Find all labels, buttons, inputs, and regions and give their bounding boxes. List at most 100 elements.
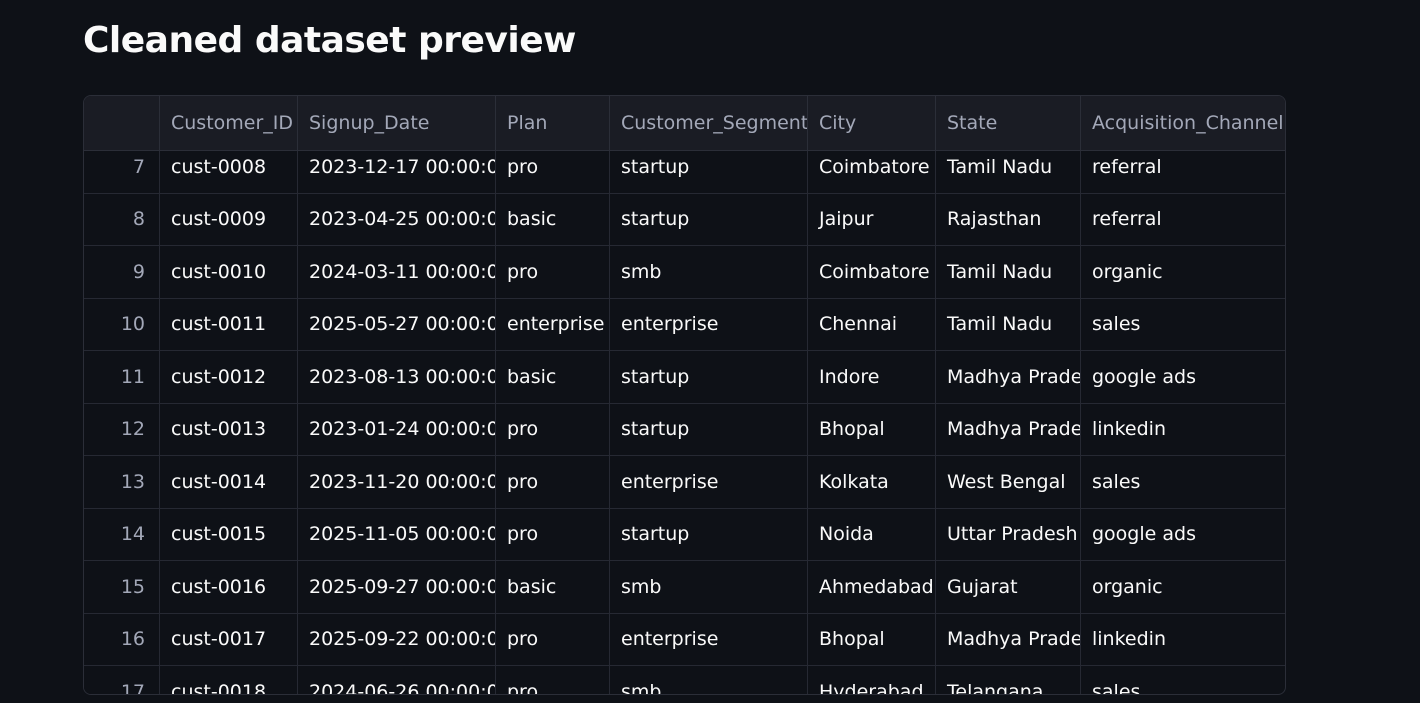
cell-state[interactable]: Telangana	[936, 666, 1081, 694]
table-row[interactable]: 10 cust-0011 2025-05-27 00:00:00 enterprise…	[84, 298, 1285, 351]
cell-plan[interactable]: enterprise	[496, 298, 610, 350]
cell-plan[interactable]: pro	[496, 403, 610, 455]
cell-customer-segment[interactable]: startup	[610, 193, 808, 245]
cell-customer-id[interactable]: cust-0015	[160, 508, 298, 560]
column-header-plan[interactable]: Plan	[496, 96, 610, 150]
cell-plan[interactable]: basic	[496, 561, 610, 613]
table-row[interactable]: 9 cust-0010 2024-03-11 00:00:00 pro smb Coimb…	[84, 246, 1285, 299]
cell-customer-id[interactable]: cust-0018	[160, 666, 298, 694]
cell-signup-date[interactable]: 2023-11-20 00:00:00	[298, 456, 496, 508]
row-index: 13	[84, 456, 160, 508]
cell-customer-id[interactable]: cust-0009	[160, 193, 298, 245]
cell-plan[interactable]: pro	[496, 456, 610, 508]
cell-plan[interactable]: pro	[496, 613, 610, 665]
cell-customer-id[interactable]: cust-0008	[160, 150, 298, 193]
cell-city[interactable]: Coimbatore	[808, 150, 936, 193]
table-row[interactable]: 14 cust-0015 2025-11-05 00:00:00 pro startup…	[84, 508, 1285, 561]
cell-state[interactable]: Tamil Nadu	[936, 246, 1081, 298]
column-header-city[interactable]: City	[808, 96, 936, 150]
cell-plan[interactable]: pro	[496, 246, 610, 298]
cell-state[interactable]: Tamil Nadu	[936, 298, 1081, 350]
cell-state[interactable]: Madhya Prades	[936, 613, 1081, 665]
cell-customer-segment[interactable]: enterprise	[610, 613, 808, 665]
cell-acquisition-channel[interactable]: sales	[1081, 666, 1285, 694]
cell-acquisition-channel[interactable]: linkedin	[1081, 404, 1285, 456]
table-row[interactable]: 8 cust-0009 2023-04-25 00:00:00 basic startu…	[84, 193, 1285, 246]
column-header-state[interactable]: State	[936, 96, 1081, 150]
cell-plan[interactable]: basic	[496, 193, 610, 245]
cell-customer-segment[interactable]: enterprise	[610, 298, 808, 350]
cell-city[interactable]: Hyderabad	[808, 666, 936, 694]
cell-city[interactable]: Jaipur	[808, 193, 936, 245]
cell-city[interactable]: Bhopal	[808, 613, 936, 665]
row-index: 7	[84, 150, 160, 193]
cell-city[interactable]: Noida	[808, 508, 936, 560]
table-body[interactable]: 7 cust-0008 2023-12-17 00:00:00 pro startup C…	[84, 150, 1285, 694]
column-header-index[interactable]	[84, 96, 160, 150]
cell-state[interactable]: Madhya Prades	[936, 403, 1081, 455]
cell-signup-date[interactable]: 2023-04-25 00:00:00	[298, 193, 496, 245]
table-row[interactable]: 13 cust-0014 2023-11-20 00:00:00 pro enterpr…	[84, 456, 1285, 509]
cell-customer-id[interactable]: cust-0013	[160, 403, 298, 455]
cell-customer-segment[interactable]: startup	[610, 351, 808, 403]
cell-acquisition-channel[interactable]: sales	[1081, 456, 1285, 508]
cell-signup-date[interactable]: 2024-06-26 00:00:00	[298, 666, 496, 694]
cell-plan[interactable]: pro	[496, 150, 610, 193]
cell-acquisition-channel[interactable]: referral	[1081, 150, 1285, 193]
table-row[interactable]: 12 cust-0013 2023-01-24 00:00:00 pro startup…	[84, 403, 1285, 456]
cell-acquisition-channel[interactable]: referral	[1081, 194, 1285, 246]
table-row[interactable]: 16 cust-0017 2025-09-22 00:00:00 pro enterpr…	[84, 613, 1285, 666]
cell-signup-date[interactable]: 2024-03-11 00:00:00	[298, 246, 496, 298]
cell-signup-date[interactable]: 2025-11-05 00:00:00	[298, 508, 496, 560]
cell-customer-id[interactable]: cust-0016	[160, 561, 298, 613]
table-row[interactable]: 11 cust-0012 2023-08-13 00:00:00 basic start…	[84, 351, 1285, 404]
cell-state[interactable]: Uttar Pradesh	[936, 508, 1081, 560]
cell-customer-segment[interactable]: startup	[610, 150, 808, 193]
cell-customer-id[interactable]: cust-0011	[160, 298, 298, 350]
cell-signup-date[interactable]: 2025-09-27 00:00:00	[298, 561, 496, 613]
cell-customer-segment[interactable]: smb	[610, 246, 808, 298]
cell-city[interactable]: Kolkata	[808, 456, 936, 508]
cell-acquisition-channel[interactable]: google ads	[1081, 509, 1285, 561]
cell-state[interactable]: Tamil Nadu	[936, 150, 1081, 193]
cell-state[interactable]: Rajasthan	[936, 193, 1081, 245]
cell-customer-segment[interactable]: startup	[610, 403, 808, 455]
column-header-signup-date[interactable]: Signup_Date	[298, 96, 496, 150]
cell-acquisition-channel[interactable]: sales	[1081, 299, 1285, 351]
cell-acquisition-channel[interactable]: linkedin	[1081, 614, 1285, 666]
column-header-customer-segment[interactable]: Customer_Segment	[610, 96, 808, 150]
column-header-acquisition-channel[interactable]: Acquisition_Channel	[1081, 96, 1285, 150]
cell-customer-id[interactable]: cust-0014	[160, 456, 298, 508]
dataframe-grid[interactable]: Customer_ID Signup_Date Plan Customer_Se…	[83, 95, 1286, 695]
cell-city[interactable]: Ahmedabad	[808, 561, 936, 613]
cell-city[interactable]: Indore	[808, 351, 936, 403]
cell-city[interactable]: Bhopal	[808, 403, 936, 455]
cell-customer-segment[interactable]: startup	[610, 508, 808, 560]
column-header-customer-id[interactable]: Customer_ID	[160, 96, 298, 150]
cell-customer-segment[interactable]: smb	[610, 561, 808, 613]
cell-plan[interactable]: pro	[496, 508, 610, 560]
cell-plan[interactable]: basic	[496, 351, 610, 403]
table-row[interactable]: 17 cust-0018 2024-06-26 00:00:00 pro smb Hyde…	[84, 666, 1285, 694]
cell-customer-id[interactable]: cust-0012	[160, 351, 298, 403]
cell-customer-id[interactable]: cust-0010	[160, 246, 298, 298]
cell-signup-date[interactable]: 2023-08-13 00:00:00	[298, 351, 496, 403]
cell-city[interactable]: Chennai	[808, 298, 936, 350]
cell-customer-segment[interactable]: enterprise	[610, 456, 808, 508]
cell-acquisition-channel[interactable]: organic	[1081, 246, 1285, 298]
cell-signup-date[interactable]: 2025-09-22 00:00:00	[298, 613, 496, 665]
cell-state[interactable]: Madhya Prades	[936, 351, 1081, 403]
cell-acquisition-channel[interactable]: organic	[1081, 561, 1285, 613]
cell-signup-date[interactable]: 2023-12-17 00:00:00	[298, 150, 496, 193]
cell-customer-segment[interactable]: smb	[610, 666, 808, 694]
table-row[interactable]: 15 cust-0016 2025-09-27 00:00:00 basic smb Ah…	[84, 561, 1285, 614]
cell-signup-date[interactable]: 2025-05-27 00:00:00	[298, 298, 496, 350]
cell-acquisition-channel[interactable]: google ads	[1081, 351, 1285, 403]
cell-state[interactable]: West Bengal	[936, 456, 1081, 508]
table-row[interactable]: 7 cust-0008 2023-12-17 00:00:00 pro startup C…	[84, 150, 1285, 194]
cell-state[interactable]: Gujarat	[936, 561, 1081, 613]
cell-city[interactable]: Coimbatore	[808, 246, 936, 298]
cell-signup-date[interactable]: 2023-01-24 00:00:00	[298, 403, 496, 455]
cell-plan[interactable]: pro	[496, 666, 610, 694]
cell-customer-id[interactable]: cust-0017	[160, 613, 298, 665]
